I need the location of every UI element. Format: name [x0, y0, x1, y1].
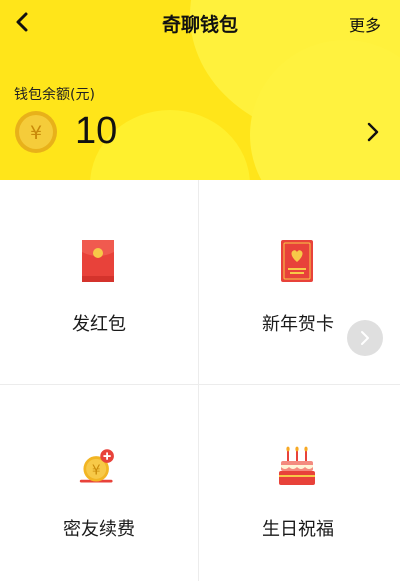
coin-symbol: ¥ — [30, 122, 42, 144]
red-envelope-icon — [82, 240, 114, 282]
new-year-card-icon — [281, 240, 313, 282]
back-button[interactable] — [10, 9, 36, 35]
yen-coin-renew-icon: ¥ — [79, 449, 114, 483]
friend-renewal-label: 密友续费 — [63, 519, 135, 540]
balance-detail-button[interactable] — [360, 120, 384, 144]
send-red-envelope-button[interactable]: 发红包 — [0, 180, 198, 384]
wallet-header: 奇聊钱包 更多 钱包余额(元) ¥ 10 — [0, 0, 400, 180]
balance-label: 钱包余额(元) — [14, 87, 95, 103]
action-grid: 发红包 新年贺卡 ¥ 密友续费 生日祝福 — [0, 180, 400, 581]
friend-renewal-button[interactable]: ¥ 密友续费 — [0, 385, 198, 581]
more-button[interactable]: 更多 — [349, 12, 381, 36]
birthday-wish-button[interactable]: 生日祝福 — [199, 385, 397, 581]
chevron-right-icon — [361, 331, 369, 345]
birthday-wish-label: 生日祝福 — [262, 519, 334, 540]
coin-icon: ¥ — [14, 110, 58, 154]
send-red-envelope-label: 发红包 — [72, 314, 126, 335]
balance-amount: 10 — [75, 110, 118, 152]
chevron-left-icon — [16, 12, 28, 32]
svg-text:¥: ¥ — [92, 462, 101, 478]
floating-next-button[interactable] — [347, 320, 383, 356]
chevron-right-icon — [367, 122, 379, 142]
birthday-cake-icon — [279, 446, 315, 485]
